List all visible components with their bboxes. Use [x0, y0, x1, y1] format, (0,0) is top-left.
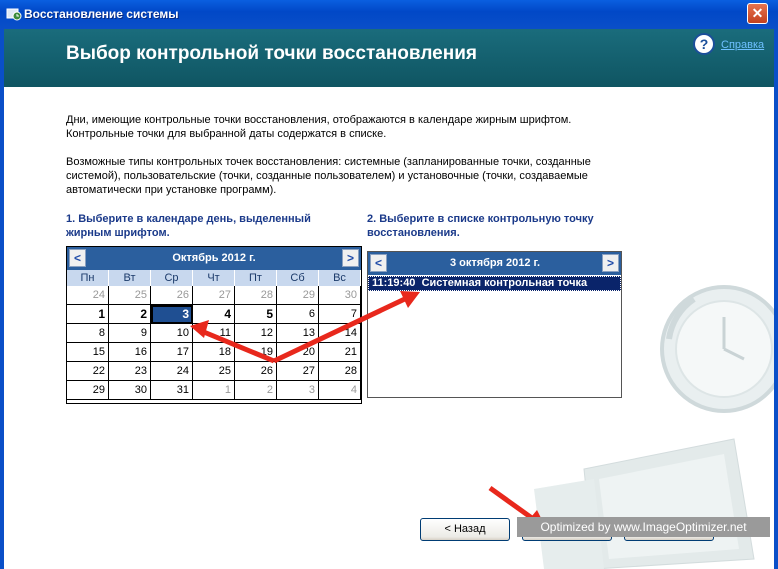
- calendar-day[interactable]: 23: [109, 362, 151, 381]
- calendar-day[interactable]: 27: [193, 286, 235, 305]
- system-restore-icon: [6, 6, 22, 22]
- calendar-day[interactable]: 28: [235, 286, 277, 305]
- calendar-day[interactable]: 27: [277, 362, 319, 381]
- calendar-day[interactable]: 22: [67, 362, 109, 381]
- calendar-day[interactable]: 4: [193, 305, 235, 324]
- calendar-month: Октябрь 2012 г.: [172, 252, 256, 264]
- calendar-day[interactable]: 15: [67, 343, 109, 362]
- intro-line: Возможные типы контрольных точек восстан…: [66, 156, 591, 168]
- calendar-day[interactable]: 30: [319, 286, 361, 305]
- back-button[interactable]: < Назад: [420, 518, 510, 541]
- help-icon[interactable]: ?: [693, 33, 715, 55]
- calendar-next-button[interactable]: >: [342, 249, 359, 267]
- calendar-day[interactable]: 24: [151, 362, 193, 381]
- calendar-day[interactable]: 25: [193, 362, 235, 381]
- calendar-day[interactable]: 20: [277, 343, 319, 362]
- calendar-day[interactable]: 29: [67, 381, 109, 400]
- calendar-day[interactable]: 4: [319, 381, 361, 400]
- calendar-day[interactable]: 1: [193, 381, 235, 400]
- calendar-day[interactable]: 18: [193, 343, 235, 362]
- calendar-day-selected[interactable]: 3: [151, 305, 193, 324]
- calendar-day[interactable]: 9: [109, 324, 151, 343]
- calendar-day[interactable]: 28: [319, 362, 361, 381]
- window-title: Восстановление системы: [24, 7, 179, 21]
- calendar-day[interactable]: 17: [151, 343, 193, 362]
- watermark: Optimized by www.ImageOptimizer.net: [517, 517, 770, 537]
- restore-point-time: 11:19:40: [372, 277, 416, 289]
- close-icon[interactable]: ✕: [747, 3, 768, 24]
- step1-line: 1. Выберите в календаре день, выделенный: [66, 213, 311, 225]
- calendar-day[interactable]: 29: [277, 286, 319, 305]
- weekday-header: Вт: [109, 270, 151, 286]
- weekday-header: Пт: [235, 270, 277, 286]
- step1-instruction: 1. Выберите в календаре день, выделенный…: [66, 212, 311, 240]
- calendar-day[interactable]: 26: [151, 286, 193, 305]
- calendar-day[interactable]: 24: [67, 286, 109, 305]
- weekday-row: Пн Вт Ср Чт Пт Сб Вс: [67, 270, 361, 286]
- step2-instruction: 2. Выберите в списке контрольную точку в…: [367, 212, 594, 240]
- calendar-day[interactable]: 1: [67, 305, 109, 324]
- calendar-day[interactable]: 3: [277, 381, 319, 400]
- calendar-day[interactable]: 2: [109, 305, 151, 324]
- calendar-prev-button[interactable]: <: [69, 249, 86, 267]
- calendar-day[interactable]: 10: [151, 324, 193, 343]
- calendar-day[interactable]: 14: [319, 324, 361, 343]
- step2-line: 2. Выберите в списке контрольную точку: [367, 213, 594, 225]
- calendar-day[interactable]: 25: [109, 286, 151, 305]
- calendar-day[interactable]: 30: [109, 381, 151, 400]
- calendar-day[interactable]: 13: [277, 324, 319, 343]
- weekday-header: Вс: [319, 270, 361, 286]
- calendar-day[interactable]: 12: [235, 324, 277, 343]
- weekday-header: Ср: [151, 270, 193, 286]
- wizard-body: Выбор контрольной точки восстановления ?…: [0, 29, 778, 569]
- help-link[interactable]: Справка: [721, 39, 764, 51]
- weekday-header: Чт: [193, 270, 235, 286]
- list-date: 3 октября 2012 г.: [449, 257, 541, 269]
- calendar-day[interactable]: 11: [193, 324, 235, 343]
- title-bar: Восстановление системы ✕: [0, 0, 778, 29]
- intro-line: Дни, имеющие контрольные точки восстанов…: [66, 114, 572, 126]
- wizard-header: Выбор контрольной точки восстановления ?…: [4, 29, 774, 87]
- calendar-day[interactable]: 21: [319, 343, 361, 362]
- step2-line: восстановления.: [367, 227, 460, 239]
- page-title: Выбор контрольной точки восстановления: [66, 43, 477, 64]
- weekday-header: Пн: [67, 270, 109, 286]
- calendar-day[interactable]: 2: [235, 381, 277, 400]
- calendar-day[interactable]: 26: [235, 362, 277, 381]
- intro-line: системой), пользовательские (точки, созд…: [66, 170, 588, 182]
- list-prev-button[interactable]: <: [370, 254, 387, 272]
- calendar-day[interactable]: 5: [235, 305, 277, 324]
- calendar-header: < Октябрь 2012 г. >: [67, 247, 361, 270]
- weekday-header: Сб: [277, 270, 319, 286]
- intro-text: Дни, имеющие контрольные точки восстанов…: [66, 113, 626, 211]
- calendar-day[interactable]: 7: [319, 305, 361, 324]
- calendar-day[interactable]: 16: [109, 343, 151, 362]
- calendar-day[interactable]: 19: [235, 343, 277, 362]
- calendar-day[interactable]: 31: [151, 381, 193, 400]
- calendar-day[interactable]: 8: [67, 324, 109, 343]
- step1-line: жирным шрифтом.: [66, 227, 170, 239]
- intro-line: автоматически при установке программ).: [66, 184, 277, 196]
- calendar: < Октябрь 2012 г. > Пн Вт Ср Чт Пт Сб Вс…: [66, 246, 362, 404]
- calendar-day[interactable]: 6: [277, 305, 319, 324]
- intro-line: Контрольные точки для выбранной даты сод…: [66, 128, 387, 140]
